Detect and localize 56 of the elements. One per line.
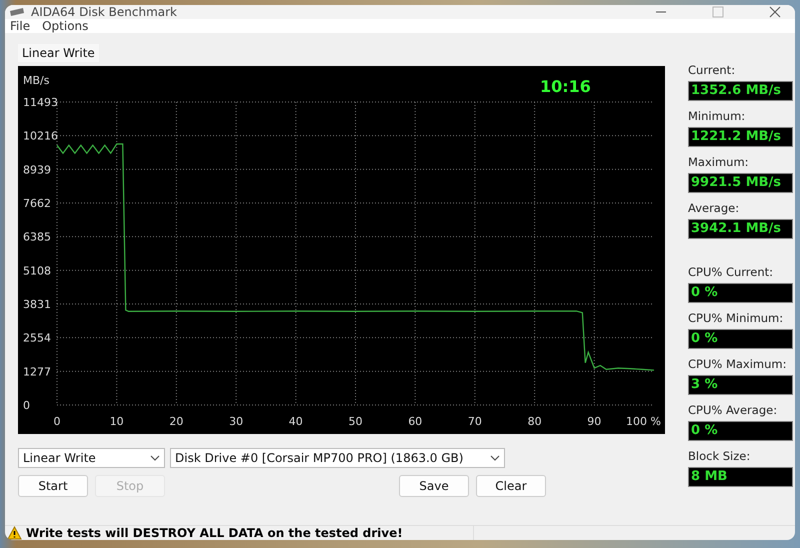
x-tick-label: 0 — [54, 415, 60, 428]
y-tick-label: 3831 — [23, 298, 51, 311]
action-button[interactable]: Start — [18, 475, 88, 497]
y-tick-label: 8939 — [23, 163, 51, 176]
stat-readout: 0 % — [688, 283, 793, 303]
stat-readout: 3 % — [688, 375, 793, 395]
y-tick-label: 10216 — [23, 130, 58, 143]
elapsed-time: 10:16 — [540, 77, 591, 96]
stat-label: Current: — [688, 63, 736, 79]
menu-item[interactable]: Options — [42, 19, 88, 33]
x-tick-label: 60 — [408, 415, 422, 428]
x-tick-label: 70 — [468, 415, 482, 428]
stat-label: Average: — [688, 201, 740, 217]
stat-readout: 0 % — [688, 329, 793, 349]
x-tick-label: 40 — [288, 415, 303, 428]
x-tick-label: 100 % — [626, 415, 661, 428]
stat-readout: 3942.1 MB/s — [688, 219, 793, 239]
x-tick-label: 90 — [587, 415, 602, 428]
chevron-icon[interactable] — [490, 455, 500, 461]
x-tick-label: 20 — [169, 415, 184, 428]
window-title: AIDA64 Disk Benchmark — [31, 5, 178, 19]
stat-label: CPU% Maximum: — [688, 357, 788, 373]
warning-icon — [7, 526, 22, 540]
stat-readout: 0 % — [688, 421, 793, 441]
stat-readout: 1221.2 MB/s — [688, 127, 793, 147]
y-tick-label: 5108 — [23, 264, 51, 278]
chevron-icon[interactable] — [150, 455, 160, 461]
x-tick-label: 80 — [528, 415, 542, 428]
tab[interactable]: Linear Write — [18, 44, 99, 62]
stat-label: CPU% Average: — [688, 403, 778, 419]
action-button[interactable]: Clear — [476, 475, 546, 497]
menu-item[interactable]: File — [10, 19, 30, 33]
close-icon[interactable] — [769, 6, 781, 18]
y-tick-label: 11493 — [23, 96, 58, 109]
stat-label: CPU% Minimum: — [688, 311, 784, 327]
y-tick-label: 7662 — [23, 197, 51, 210]
stat-readout: 9921.5 MB/s — [688, 173, 793, 193]
x-tick-label: 30 — [229, 415, 244, 428]
drive-dropdown[interactable]: Disk Drive #0 [Corsair MP700 PRO] (1863.0 GB) — [170, 448, 505, 468]
stat-label: CPU% Current: — [688, 265, 774, 281]
y-tick-label: 0 — [23, 399, 30, 412]
stat-label: Maximum: — [688, 155, 750, 171]
action-button[interactable]: Save — [399, 475, 469, 497]
stat-label: Minimum: — [688, 109, 746, 125]
warning-message: Write tests will DESTROY ALL DATA on the tested drive! — [26, 526, 403, 540]
stat-readout: 8 MB — [688, 467, 793, 487]
test-dropdown[interactable]: Linear Write — [18, 448, 165, 468]
x-tick-label: 10 — [110, 415, 124, 428]
y-tick-label: 1277 — [23, 365, 51, 378]
y-axis-label: MB/s — [23, 74, 50, 87]
stat-readout: 1352.6 MB/s — [688, 81, 793, 101]
y-tick-label: 2554 — [23, 332, 51, 345]
x-tick-label: 50 — [348, 415, 362, 428]
y-tick-label: 6385 — [23, 230, 51, 244]
stat-label: Block Size: — [688, 449, 752, 465]
drive-icon — [9, 7, 25, 17]
